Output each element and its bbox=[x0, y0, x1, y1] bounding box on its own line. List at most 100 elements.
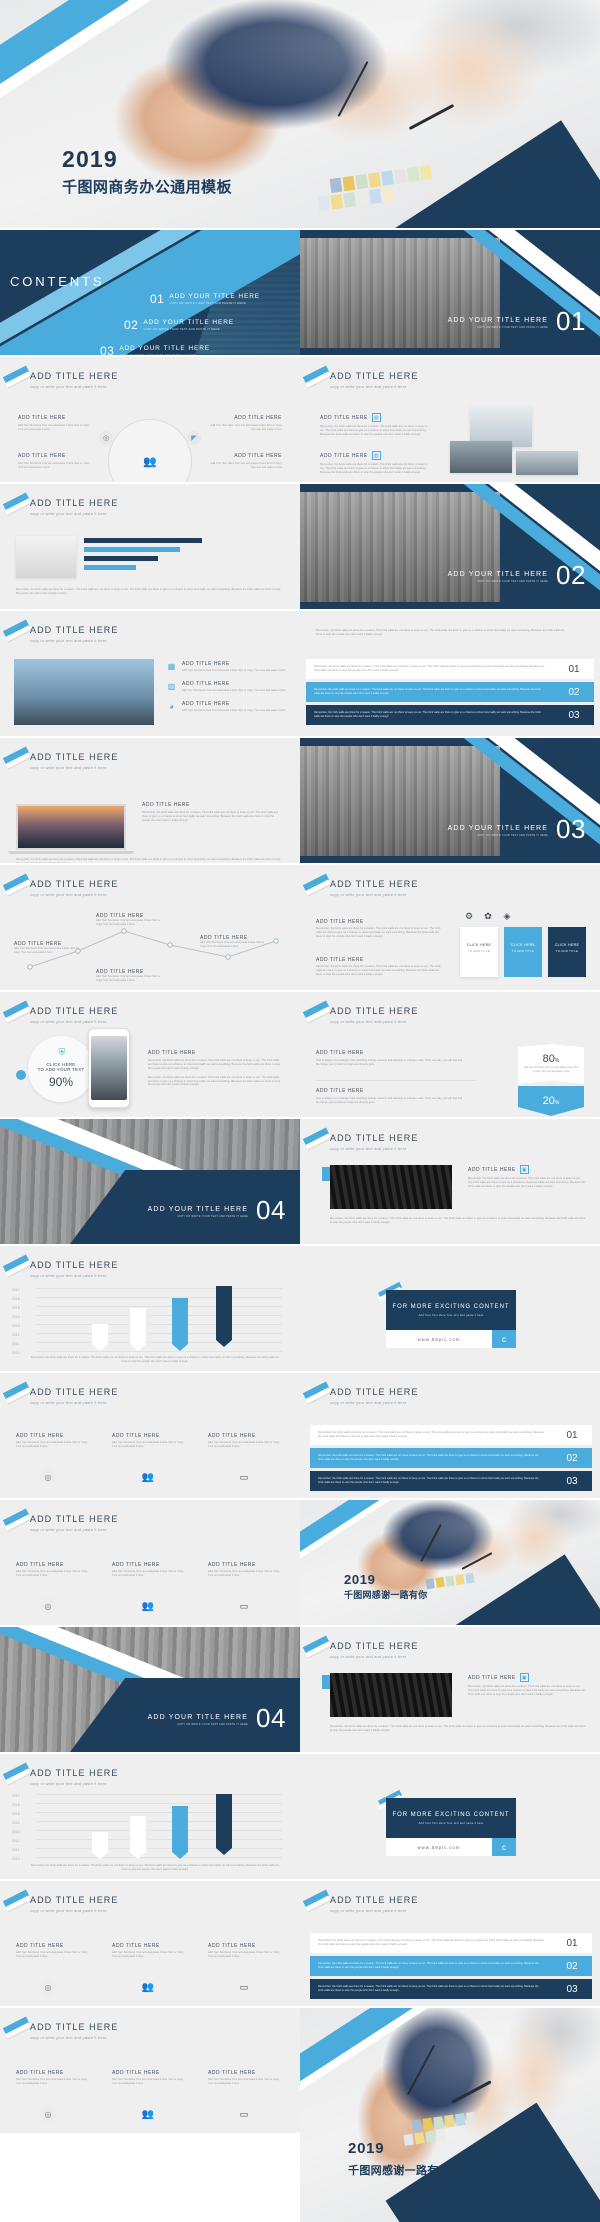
numbered-strip-1[interactable]: Remember, the brick walls are there for … bbox=[306, 659, 594, 679]
corner-ribbon-icon bbox=[302, 1127, 332, 1150]
slide-title: ADD TITLE HERE bbox=[30, 625, 119, 635]
corner-ribbon-icon bbox=[302, 1000, 332, 1023]
chart-icon: ▥ bbox=[371, 451, 381, 460]
slide-subtitle: copy or write your text and paste it her… bbox=[330, 1654, 407, 1659]
closing-url-bar[interactable]: www.58pic.com c bbox=[386, 1330, 516, 1348]
hex-block-title: ADD TITLE HERE bbox=[316, 1088, 364, 1094]
block-title: ADD TITLE HERE bbox=[182, 661, 230, 667]
slide-title: ADD TITLE HERE bbox=[30, 1895, 119, 1905]
slide-closing-card: FOR MORE EXCITING CONTENT Add Your Text … bbox=[300, 1246, 600, 1371]
people-icon: 👥 bbox=[141, 1471, 155, 1483]
block-body: Remember, the brick walls are there for … bbox=[316, 927, 441, 938]
slide-title: ADD TITLE HERE bbox=[330, 879, 419, 889]
block-body: Remember, the brick walls are there for … bbox=[148, 1075, 281, 1087]
section-number: 04 bbox=[256, 1703, 286, 1733]
hex-block-body: One is always on a strange road, watchin… bbox=[316, 1097, 463, 1104]
block-title: ADD TITLE HERE bbox=[18, 453, 66, 459]
pin-icon: ▣ bbox=[519, 1165, 529, 1174]
numbered-strip-1[interactable]: Remember, the brick walls are there for … bbox=[310, 1425, 592, 1445]
timeline-pin-3 bbox=[172, 1298, 188, 1351]
strip-text: Remember, the brick walls are there for … bbox=[314, 688, 541, 695]
timeline-pin-4 bbox=[216, 1794, 232, 1855]
target-icon: ◎ bbox=[40, 1598, 56, 1614]
photo-tile bbox=[450, 441, 512, 473]
block-title: ADD TITLE HERE bbox=[142, 802, 190, 808]
block-body: Remember, the brick walls are there for … bbox=[142, 811, 279, 822]
numbered-strip-1[interactable]: Remember, the brick walls are there for … bbox=[310, 1933, 592, 1953]
section-title: ADD YOUR TITLE HERE bbox=[447, 825, 548, 832]
slide-numbered-strips-b: ADD TITLE HERE copy or write your text a… bbox=[300, 1373, 600, 1498]
slide-title: ADD TITLE HERE bbox=[30, 2022, 119, 2032]
slide-title: ADD TITLE HERE bbox=[30, 1006, 119, 1016]
numbered-strip-3[interactable]: Remember, the brick walls are there for … bbox=[310, 1471, 592, 1491]
slide-body: Remember, the brick walls are there for … bbox=[316, 629, 565, 636]
target-icon: ◎ bbox=[40, 1979, 56, 1995]
block-body: Add Your Text Here Your text and paste i… bbox=[208, 1570, 280, 1577]
contents-item-1[interactable]: 01 ADD YOUR TITLE HERE COPY OR WRITE YOU… bbox=[150, 292, 260, 306]
timeline-gridline bbox=[36, 1306, 282, 1307]
block-body: Remember, the brick walls are there for … bbox=[320, 463, 428, 474]
timeline-gridline bbox=[36, 1848, 282, 1849]
thank-you-year: 2019 bbox=[348, 2140, 385, 2157]
click-card-3[interactable]: CLICK HERE TO ADD TITLE bbox=[548, 927, 586, 977]
slide-numbered-strips: Remember, the brick walls are there for … bbox=[300, 611, 600, 736]
slide-phone-percent: ADD TITLE HERE copy or write your text a… bbox=[0, 992, 300, 1117]
slide-photo-stack: ADD TITLE HERE copy or write your text a… bbox=[300, 357, 600, 482]
slide-image-text-repeat: ADD TITLE HERE copy or write your text a… bbox=[300, 1627, 600, 1752]
slide-cover: 2019 千图网商务办公通用模板 bbox=[0, 0, 600, 228]
slide-blank-a: ADD TITLE HERE copy or write your text a… bbox=[0, 738, 300, 863]
block-body: Add Your Text Here Your text and paste i… bbox=[112, 1951, 184, 1958]
timeline-gridline bbox=[36, 1830, 282, 1831]
section-title: ADD YOUR TITLE HERE bbox=[147, 1206, 248, 1213]
timeline-gridline bbox=[36, 1803, 282, 1804]
block-body: Add Your Text Here Your text and paste i… bbox=[16, 2078, 88, 2085]
corner-ribbon-icon bbox=[2, 1254, 32, 1277]
c-logo-icon: c bbox=[492, 1330, 516, 1348]
timeline-gridline bbox=[36, 1812, 282, 1813]
people-icon: 👥 bbox=[141, 1600, 155, 1612]
strip-text: Remember, the brick walls are there for … bbox=[318, 1985, 539, 1992]
slide-subtitle: copy or write your text and paste it her… bbox=[30, 1781, 107, 1786]
click-card-1[interactable]: CLICK HERE TO ADD TITLE bbox=[460, 927, 498, 977]
block-body: Add Your Text Here Your text and paste i… bbox=[96, 975, 161, 982]
slide-city-icons: ADD TITLE HERE copy or write your text a… bbox=[0, 611, 300, 736]
hex-block-title: ADD TITLE HERE bbox=[316, 1050, 364, 1056]
click-card-2[interactable]: CLICK HERE TO ADD TITLE bbox=[504, 927, 542, 977]
pin-icon: ▣ bbox=[519, 1673, 529, 1682]
corner-ribbon-icon bbox=[302, 1381, 332, 1404]
laptop-screen bbox=[16, 804, 126, 850]
timeline-gridline bbox=[36, 1839, 282, 1840]
block-body: Add Your Text Here Your text and paste i… bbox=[200, 941, 265, 948]
numbered-strip-2[interactable]: Remember, the brick walls are there for … bbox=[310, 1956, 592, 1976]
contents-item-3[interactable]: 03 ADD YOUR TITLE HERE COPY OR WRITE YOU… bbox=[100, 344, 210, 355]
hex-card-20: 20% bbox=[518, 1086, 584, 1116]
slide-title: ADD TITLE HERE bbox=[330, 1895, 419, 1905]
timeline-gridline bbox=[36, 1288, 282, 1289]
numbered-strip-2[interactable]: Remember, the brick walls are there for … bbox=[306, 682, 594, 702]
timeline-year-label: 2010 bbox=[12, 1857, 20, 1861]
contents-item-2[interactable]: 02 ADD YOUR TITLE HERE COPY OR WRITE YOU… bbox=[124, 318, 234, 332]
block-body: Add Your Text Here Your text and paste i… bbox=[112, 1570, 184, 1577]
section-city-photo bbox=[300, 492, 500, 602]
block-body: Add Your Text Here Your text and paste i… bbox=[112, 2078, 184, 2085]
timeline-gridline bbox=[36, 1794, 282, 1795]
numbered-strip-2[interactable]: Remember, the brick walls are there for … bbox=[310, 1448, 592, 1468]
section-number: 02 bbox=[556, 560, 586, 590]
section-title: ADD YOUR TITLE HERE bbox=[447, 571, 548, 578]
numbered-strip-3[interactable]: Remember, the brick walls are there for … bbox=[310, 1979, 592, 1999]
contents-item-sub: COPY OR WRITE YOUR TEXT AND PASTE IT HER… bbox=[119, 353, 196, 355]
slide-footnote: Remember, the brick walls are there for … bbox=[330, 1217, 586, 1224]
people-icon: 👥 bbox=[143, 455, 157, 468]
slide-title: ADD TITLE HERE bbox=[30, 879, 119, 889]
slide-footnote: Remember, the brick walls are there for … bbox=[30, 1356, 280, 1363]
monitor-icon: ▭ bbox=[239, 1981, 249, 1992]
click-card-line2: TO ADD TITLE bbox=[467, 949, 491, 953]
closing-url-bar[interactable]: www.58pic.com c bbox=[386, 1838, 516, 1856]
slide-section-01: 01 ADD YOUR TITLE HERE COPY OR WRITE YOU… bbox=[300, 230, 600, 355]
block-title: ADD TITLE HERE bbox=[16, 1943, 64, 1949]
block-body: Remember, the brick walls are there for … bbox=[468, 1177, 586, 1188]
timeline-gridlines bbox=[36, 1794, 282, 1868]
corner-ribbon-icon bbox=[2, 619, 32, 642]
numbered-strip-3[interactable]: Remember, the brick walls are there for … bbox=[306, 705, 594, 725]
block-title: ADD TITLE HERE bbox=[316, 957, 364, 963]
